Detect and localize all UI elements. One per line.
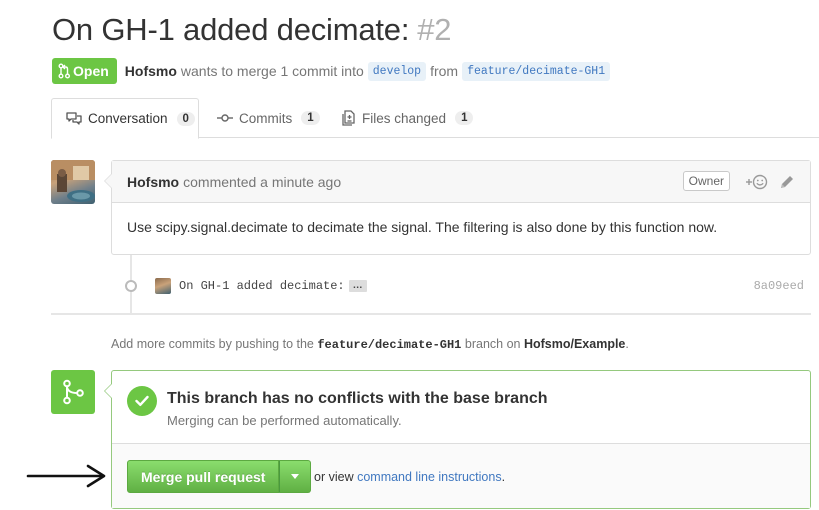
expand-commit-button[interactable]: … (348, 280, 367, 292)
git-merge-glyph (63, 379, 84, 405)
pr-number: #2 (417, 12, 452, 47)
push-hint-suffix: . (625, 337, 629, 351)
pr-title-text: On GH-1 added decimate: (52, 12, 410, 47)
pr-meta: Open Hofsmo wants to merge 1 commit into… (52, 58, 614, 84)
merge-status-subtitle: Merging can be performed automatically. (167, 413, 402, 428)
push-hint-repo: Hofsmo/Example (523, 337, 626, 351)
commit-message-link[interactable]: On GH-1 added decimate: (179, 279, 345, 293)
comment-box: Hofsmo commented a minute ago Owner Use … (104, 160, 811, 255)
base-branch[interactable]: develop (367, 61, 427, 81)
git-commit-icon (217, 114, 233, 122)
comment-timestamp[interactable]: commented a minute ago (183, 174, 341, 190)
or-view-text: or view command line instructions. (314, 470, 505, 484)
commit-sha-link[interactable]: 8a09eed (754, 279, 804, 293)
pull-request-page: On GH-1 added decimate: #2 Open Hofsmo wa… (0, 0, 819, 510)
command-line-instructions-link[interactable]: command line instructions (357, 470, 502, 484)
merge-pull-request-button[interactable]: Merge pull request (127, 460, 280, 493)
merge-button-group: Merge pull request (127, 460, 312, 493)
push-hint-branch: feature/decimate-GH1 (317, 338, 462, 352)
push-hint-middle: branch on (464, 337, 521, 351)
annotation-arrow-icon (26, 464, 106, 488)
tab-label: Commits (239, 110, 293, 126)
pr-tabs: Conversation 0 Commits 1 Files changed 1 (51, 98, 819, 139)
pr-author-link[interactable]: Hofsmo (125, 63, 177, 79)
check-icon (127, 386, 157, 416)
caret-down-icon (291, 474, 300, 479)
tab-counter: 1 (455, 111, 474, 125)
git-pull-request-icon (58, 63, 70, 79)
commit-row: On GH-1 added decimate: … 8a09eed (122, 276, 812, 296)
avatar[interactable] (155, 278, 171, 294)
push-hint: Add more commits by pushing to the featu… (111, 337, 629, 352)
avatar-image (51, 160, 95, 202)
merge-status-title: This branch has no conflicts with the ba… (167, 390, 548, 407)
head-branch[interactable]: feature/decimate-GH1 (462, 61, 611, 81)
tab-conversation[interactable]: Conversation 0 (51, 98, 199, 139)
git-merge-icon (51, 370, 95, 414)
timeline-divider (51, 313, 811, 315)
tab-files-changed[interactable]: Files changed 1 (328, 98, 487, 138)
state-badge: Open (52, 58, 117, 84)
git-commit-icon (125, 280, 137, 292)
push-hint-prefix: Add more commits by pushing to the (111, 337, 314, 351)
owner-badge: Owner (682, 171, 730, 191)
add-reaction-icon[interactable] (744, 174, 768, 190)
tab-counter: 1 (301, 111, 320, 125)
merge-method-dropdown[interactable] (279, 460, 312, 493)
or-view-prefix: or view (314, 470, 354, 484)
edit-pencil-icon[interactable] (779, 174, 795, 190)
state-label: Open (73, 63, 109, 79)
tab-label: Files changed (362, 110, 447, 126)
from-text: from (430, 63, 459, 79)
page-title: On GH-1 added decimate: #2 (52, 12, 452, 48)
merge-actions: Merge pull request or view command line … (112, 444, 810, 508)
comment-body: Use scipy.signal.decimate to decimate th… (127, 219, 718, 235)
comment-discussion-icon (66, 111, 82, 125)
tab-counter: 0 (176, 111, 195, 126)
diff-icon (342, 110, 355, 126)
merge-status: This branch has no conflicts with the ba… (112, 371, 810, 444)
comment-author-link[interactable]: Hofsmo (127, 174, 179, 190)
avatar[interactable] (51, 160, 95, 204)
tab-label: Conversation (88, 111, 168, 126)
comment-header: Hofsmo commented a minute ago Owner (112, 161, 810, 203)
merge-box: This branch has no conflicts with the ba… (104, 370, 811, 509)
pr-action-text: wants to merge 1 commit into (180, 63, 364, 79)
tab-commits[interactable]: Commits 1 (203, 98, 334, 138)
or-view-suffix: . (501, 470, 506, 484)
